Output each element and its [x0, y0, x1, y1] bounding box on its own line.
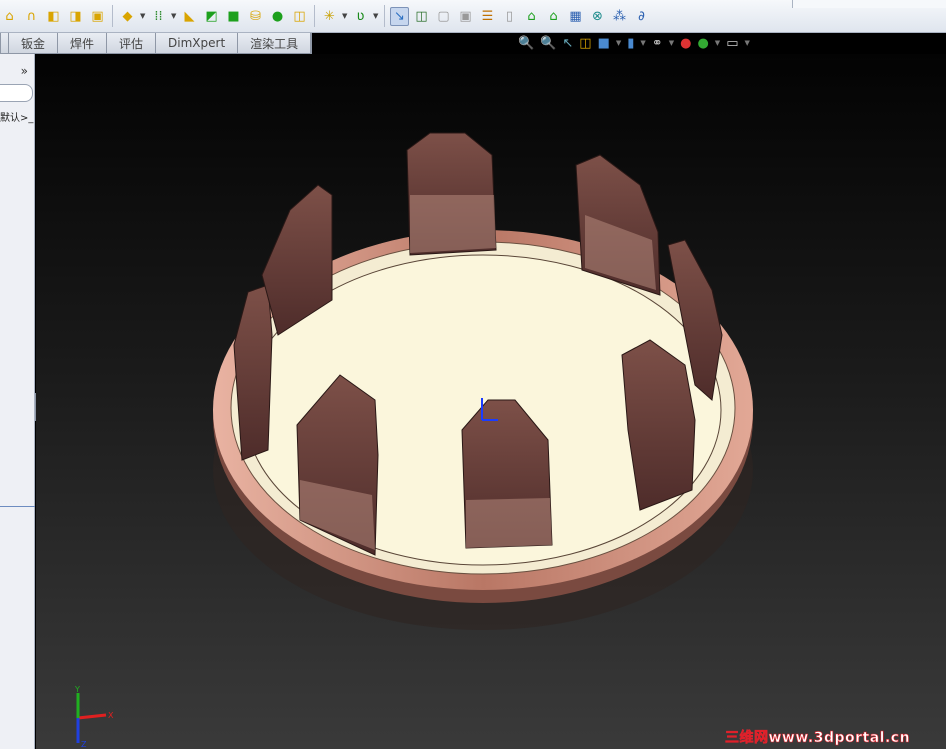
mirror-icon[interactable]: ◫ — [290, 7, 309, 26]
revolved-boss-icon[interactable]: ∩ — [22, 7, 41, 26]
x-axis — [77, 713, 107, 720]
separator — [384, 5, 385, 27]
configuration-label: 默认>_ — [0, 113, 34, 124]
draft-icon[interactable]: ■ — [224, 7, 243, 26]
feature-manager-panel: » 默认>_ — [0, 54, 35, 749]
swept-boss-icon[interactable]: ◧ — [44, 7, 63, 26]
filter-input[interactable] — [0, 84, 33, 102]
rib-icon[interactable]: ◣ — [180, 7, 199, 26]
freeform-icon[interactable]: ☰ — [478, 7, 497, 26]
intersect-icon[interactable]: ▯ — [500, 7, 519, 26]
dome-icon[interactable]: ● — [268, 7, 287, 26]
hide-show-items-icon[interactable]: ⚭ — [652, 37, 663, 50]
chevron-down-icon[interactable]: ▼ — [171, 12, 177, 20]
reference-triad: X Y Z — [74, 685, 114, 749]
chevron-down-icon[interactable]: ▼ — [342, 12, 348, 20]
delete-face-icon[interactable]: ▣ — [456, 7, 475, 26]
scale-icon[interactable]: ⁂ — [610, 7, 629, 26]
instant3d-icon[interactable]: ↘ — [390, 6, 409, 26]
tab-weldments[interactable]: 焊件 — [58, 33, 108, 53]
tab-render-tools[interactable]: 渲染工具 — [238, 33, 312, 53]
part-model — [213, 132, 753, 630]
view-settings-icon[interactable]: ▭ — [726, 37, 738, 50]
command-manager-tabs: 钣金 焊件 评估 DimXpert 渲染工具 — [0, 33, 313, 54]
fillet-icon[interactable]: ◆ — [118, 7, 137, 26]
curves-icon[interactable]: ʋ — [351, 7, 370, 26]
design-table-icon[interactable]: ⊗ — [588, 7, 607, 26]
equations-icon[interactable]: ∂ — [632, 7, 651, 26]
apply-scene-icon[interactable]: ● — [697, 37, 708, 50]
display-style-icon[interactable]: ▮ — [627, 37, 634, 50]
watermark: 三维网www.3dportal.cn — [725, 730, 911, 747]
extruded-boss-icon[interactable]: ⌂ — [0, 7, 19, 26]
zoom-to-area-icon[interactable]: 🔍 — [540, 37, 556, 50]
tab-features[interactable] — [1, 33, 9, 53]
x-label: X — [108, 711, 114, 720]
heads-up-view-toolbar: 🔍 🔍 ↖ ◫ ■ ▼ ▮ ▼ ⚭ ▼ ● ● ▼ ▭ ▼ — [518, 36, 750, 51]
separator — [112, 5, 113, 27]
divider — [0, 506, 35, 507]
expand-button[interactable]: » — [21, 64, 28, 78]
tab-evaluate[interactable]: 评估 — [107, 33, 157, 53]
tab-dimxpert[interactable]: DimXpert — [156, 33, 239, 53]
view-orientation-icon[interactable]: ■ — [598, 37, 610, 50]
linear-pattern-icon[interactable]: ⁞⁞ — [149, 7, 168, 26]
deform-icon[interactable]: ▦ — [566, 7, 585, 26]
zoom-to-fit-icon[interactable]: 🔍 — [518, 37, 534, 50]
lofted-boss-icon[interactable]: ◨ — [66, 7, 85, 26]
edit-appearance-icon[interactable]: ● — [680, 37, 691, 50]
previous-view-icon[interactable]: ↖ — [562, 37, 573, 50]
section-view-icon[interactable]: ◫ — [579, 37, 591, 50]
flex-icon[interactable]: ⌂ — [522, 7, 541, 26]
reference-geometry-icon[interactable]: ✳ — [320, 7, 339, 26]
y-label: Y — [74, 685, 80, 694]
chevron-down-icon[interactable]: ▼ — [373, 12, 379, 20]
z-label: Z — [81, 740, 87, 749]
boundary-boss-icon[interactable]: ▣ — [88, 7, 107, 26]
title-area — [792, 0, 946, 8]
shell-icon[interactable]: ⛁ — [246, 7, 265, 26]
tab-sheet-metal[interactable]: 钣金 — [9, 33, 59, 53]
chevron-down-icon[interactable]: ▼ — [140, 12, 146, 20]
wrap-icon[interactable]: ◩ — [202, 7, 221, 26]
split-line-icon[interactable]: ◫ — [412, 7, 431, 26]
separator — [314, 5, 315, 27]
graphics-area[interactable] — [36, 54, 946, 749]
indent-icon[interactable]: ⌂ — [544, 7, 563, 26]
move-face-icon[interactable]: ▢ — [434, 7, 453, 26]
